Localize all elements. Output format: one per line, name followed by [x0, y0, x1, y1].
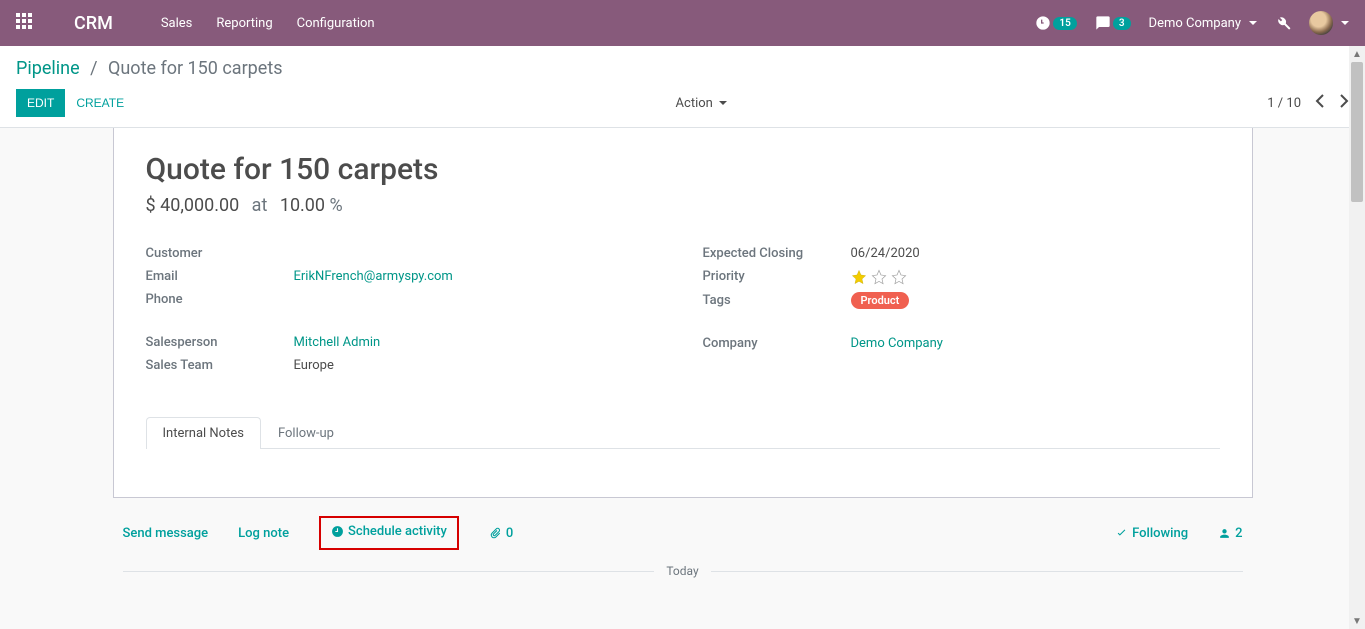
nav-configuration[interactable]: Configuration [297, 16, 375, 31]
label-priority: Priority [703, 269, 851, 285]
user-menu[interactable] [1309, 11, 1349, 35]
send-message-button[interactable]: Send message [123, 526, 209, 541]
breadcrumb-root[interactable]: Pipeline [16, 58, 80, 79]
avatar [1309, 11, 1333, 35]
value-sales-team: Europe [294, 358, 334, 373]
label-expected-closing: Expected Closing [703, 246, 851, 261]
chat-badge: 3 [1113, 17, 1131, 30]
tab-internal-notes[interactable]: Internal Notes [146, 417, 261, 449]
control-panel: Pipeline / Quote for 150 carpets EDIT CR… [0, 46, 1365, 128]
pager-next-icon[interactable] [1339, 94, 1349, 112]
nav-reporting[interactable]: Reporting [216, 16, 272, 31]
edit-button[interactable]: EDIT [16, 89, 65, 117]
label-email: Email [146, 269, 294, 284]
pager-prev-icon[interactable] [1315, 94, 1325, 112]
activity-badge: 15 [1053, 17, 1076, 30]
breadcrumb: Pipeline / Quote for 150 carpets [16, 58, 1349, 79]
action-dropdown[interactable]: Action [676, 96, 727, 111]
log-note-button[interactable]: Log note [238, 526, 289, 541]
tabs: Internal Notes Follow-up [146, 417, 1220, 449]
debug-wrench-icon[interactable] [1275, 15, 1291, 31]
scroll-up-icon[interactable]: ▲ [1349, 46, 1365, 62]
priority-stars[interactable] [851, 269, 907, 285]
value-email[interactable]: ErikNFrench@armyspy.com [294, 269, 453, 284]
following-button[interactable]: Following [1115, 526, 1188, 541]
label-phone: Phone [146, 292, 294, 307]
activity-clock-icon[interactable]: 15 [1035, 15, 1076, 31]
label-tags: Tags [703, 293, 851, 308]
form-sheet: Quote for 150 carpets $ 40,000.00 at 10.… [113, 128, 1253, 498]
nav-menu: Sales Reporting Configuration [161, 16, 1036, 31]
value-salesperson[interactable]: Mitchell Admin [294, 335, 381, 350]
pager: 1 / 10 [1267, 94, 1349, 112]
record-title: Quote for 150 carpets [146, 152, 1220, 187]
paperclip-icon [486, 524, 504, 542]
create-button[interactable]: CREATE [65, 89, 135, 117]
star-icon[interactable] [891, 269, 907, 285]
label-company: Company [703, 336, 851, 351]
tag-product[interactable]: Product [851, 292, 910, 309]
subtitle: $ 40,000.00 at 10.00 % [146, 195, 1220, 216]
top-nav: CRM Sales Reporting Configuration 15 3 D… [0, 0, 1365, 46]
check-icon [1115, 527, 1128, 540]
breadcrumb-current: Quote for 150 carpets [108, 58, 283, 79]
label-customer: Customer [146, 246, 294, 261]
value-expected-closing: 06/24/2020 [851, 246, 920, 261]
chatter: Send message Log note Schedule activity … [113, 498, 1253, 578]
app-brand[interactable]: CRM [74, 13, 113, 34]
user-icon [1218, 527, 1231, 540]
schedule-activity-button[interactable]: Schedule activity [331, 524, 447, 539]
scrollbar[interactable]: ▲ ▼ [1349, 46, 1365, 629]
company-switcher[interactable]: Demo Company [1149, 16, 1257, 31]
scroll-down-icon[interactable]: ▼ [1349, 613, 1365, 629]
apps-icon[interactable] [16, 13, 36, 33]
tab-followup[interactable]: Follow-up [261, 417, 351, 449]
today-separator: Today [123, 564, 1243, 578]
nav-sales[interactable]: Sales [161, 16, 193, 31]
attachments-button[interactable]: 0 [489, 526, 513, 541]
star-icon[interactable] [871, 269, 887, 285]
pager-text: 1 / 10 [1267, 96, 1301, 111]
scrollbar-thumb[interactable] [1351, 62, 1363, 202]
chat-icon[interactable]: 3 [1095, 15, 1131, 31]
clock-icon [331, 525, 344, 538]
star-icon[interactable] [851, 269, 867, 285]
label-sales-team: Sales Team [146, 358, 294, 373]
value-company[interactable]: Demo Company [851, 336, 943, 351]
schedule-activity-highlight: Schedule activity [319, 516, 459, 550]
label-salesperson: Salesperson [146, 335, 294, 350]
followers-button[interactable]: 2 [1218, 526, 1242, 541]
